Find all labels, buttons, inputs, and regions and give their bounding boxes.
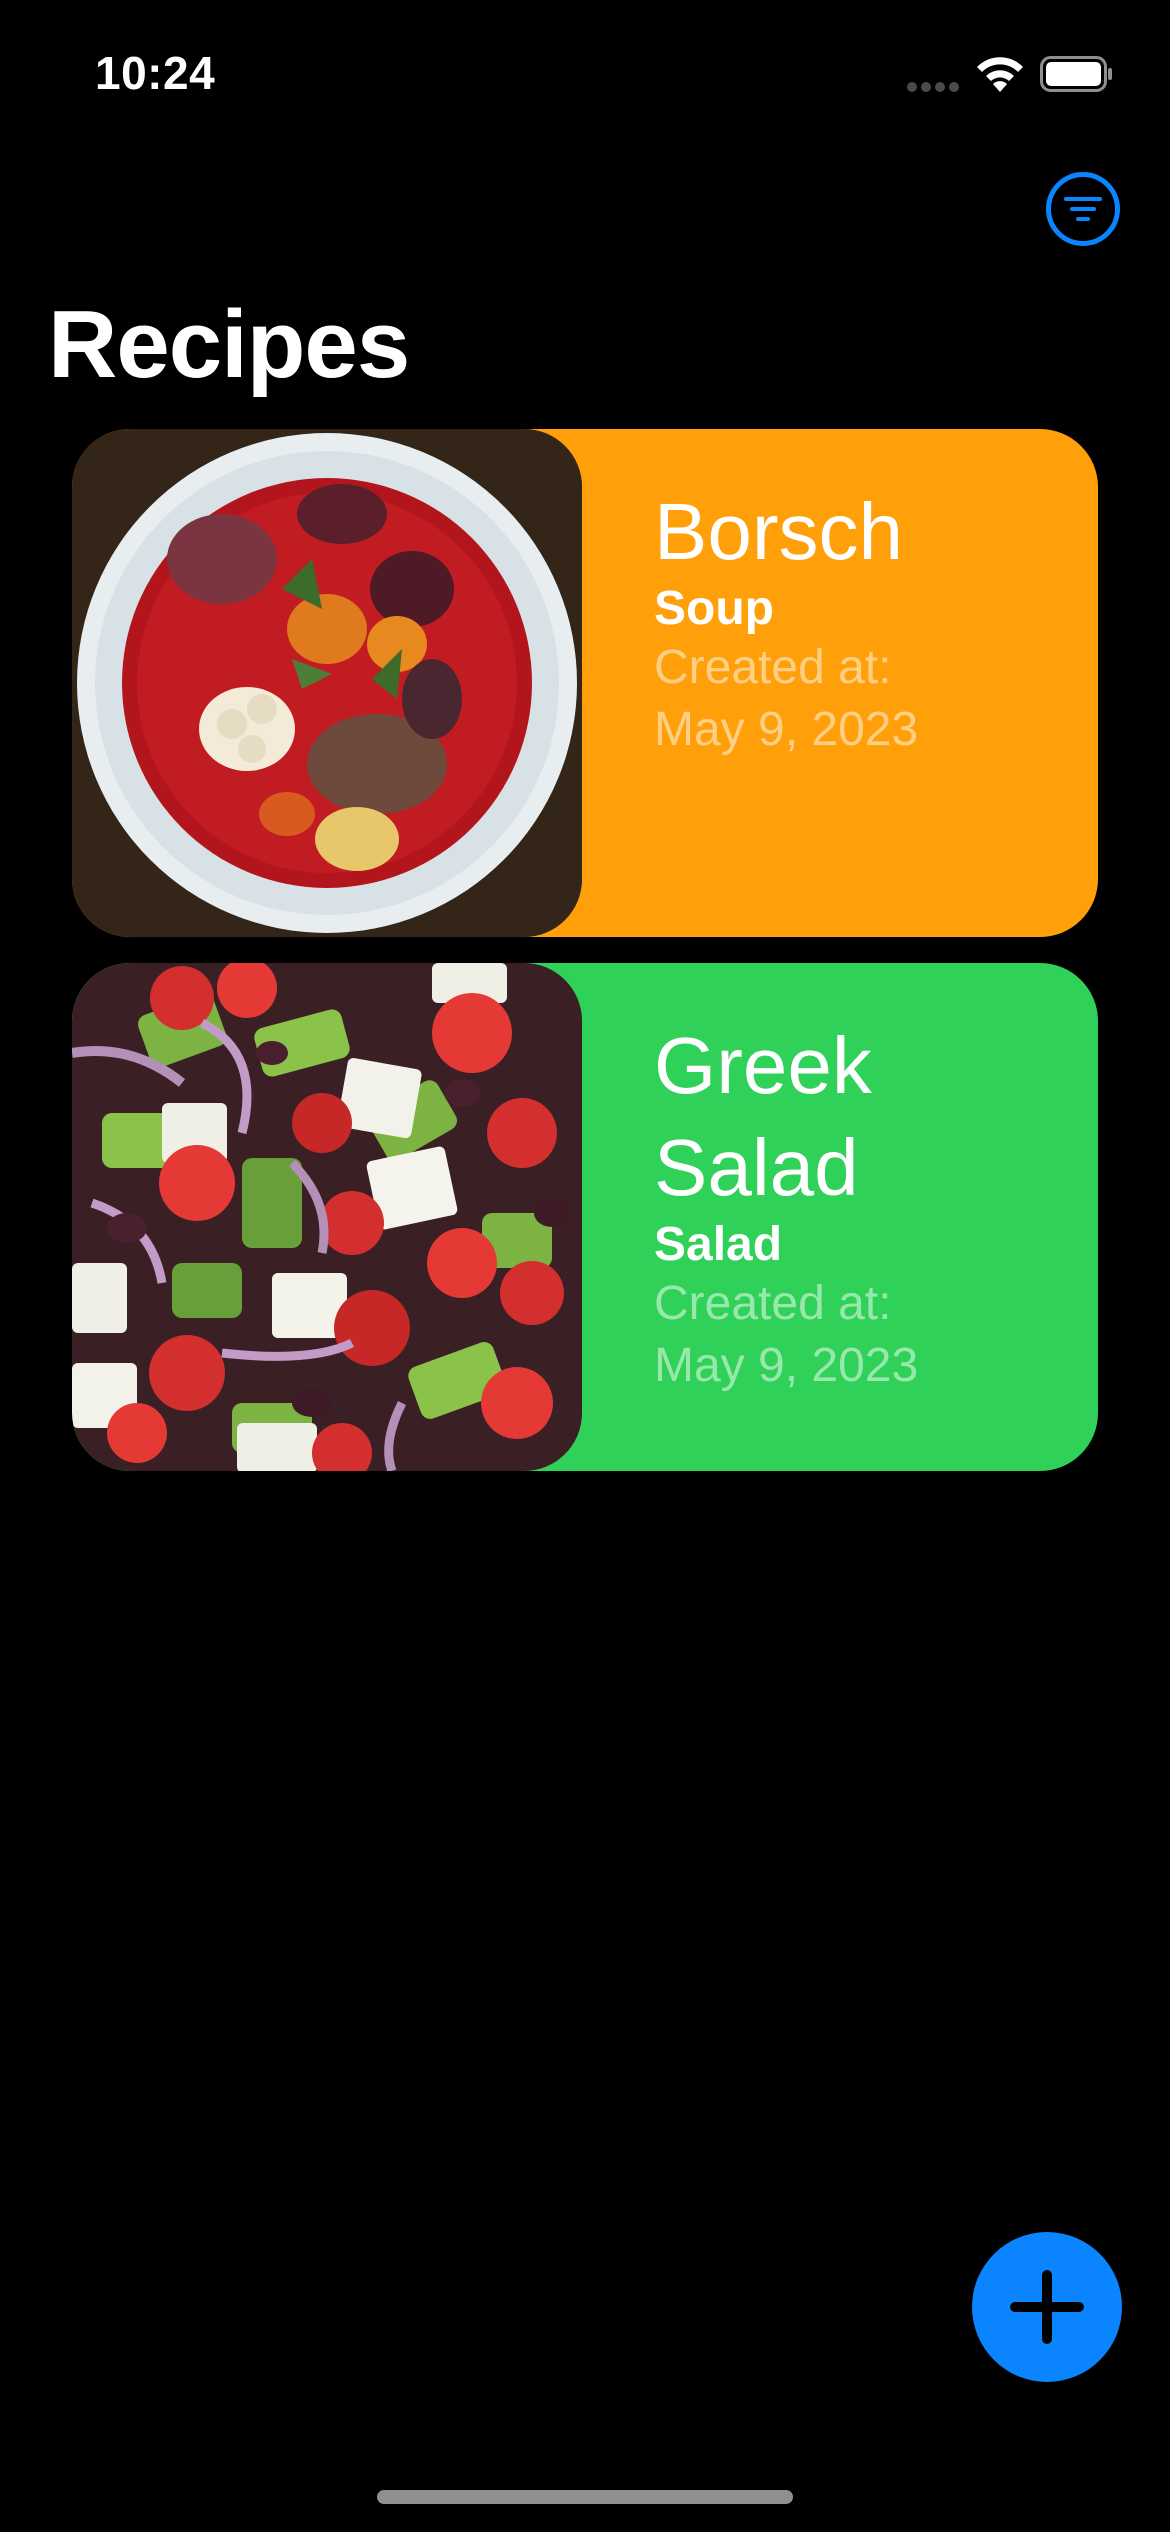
recipe-info-borsch: Borsch Soup Created at: May 9, 2023 bbox=[654, 481, 1074, 761]
recipe-card-borsch[interactable]: Borsch Soup Created at: May 9, 2023 bbox=[72, 429, 1098, 937]
borsch-photo bbox=[72, 429, 582, 937]
recipe-category: Soup bbox=[654, 582, 774, 635]
filter-lines-icon bbox=[1064, 197, 1102, 221]
status-bar: 10:24 bbox=[0, 0, 1170, 150]
recipe-image-greek-salad bbox=[72, 963, 582, 1471]
created-label: Created at: bbox=[654, 641, 892, 694]
created-date: May 9, 2023 bbox=[654, 1339, 919, 1392]
created-date: May 9, 2023 bbox=[654, 703, 919, 756]
home-indicator bbox=[377, 2490, 793, 2504]
add-recipe-button[interactable] bbox=[972, 2232, 1122, 2382]
wifi-icon bbox=[977, 57, 1023, 92]
page-title: Recipes bbox=[48, 291, 410, 398]
recipe-name: Borsch bbox=[654, 487, 903, 576]
recipe-category: Salad bbox=[654, 1218, 783, 1271]
recipe-name: Greek Salad bbox=[654, 1021, 872, 1212]
status-time: 10:24 bbox=[95, 47, 216, 99]
greek-salad-photo bbox=[72, 963, 582, 1471]
created-label: Created at: bbox=[654, 1277, 892, 1330]
recipe-card-greek-salad[interactable]: Greek Salad Salad Created at: May 9, 202… bbox=[72, 963, 1098, 1471]
plus-icon bbox=[1010, 2270, 1084, 2344]
recipe-image-borsch bbox=[72, 429, 582, 937]
filter-button[interactable] bbox=[1046, 172, 1120, 246]
battery-icon bbox=[1040, 56, 1112, 92]
recipe-info-greek-salad: Greek Salad Salad Created at: May 9, 202… bbox=[654, 1015, 1074, 1397]
cellular-signal-icon bbox=[907, 82, 959, 92]
